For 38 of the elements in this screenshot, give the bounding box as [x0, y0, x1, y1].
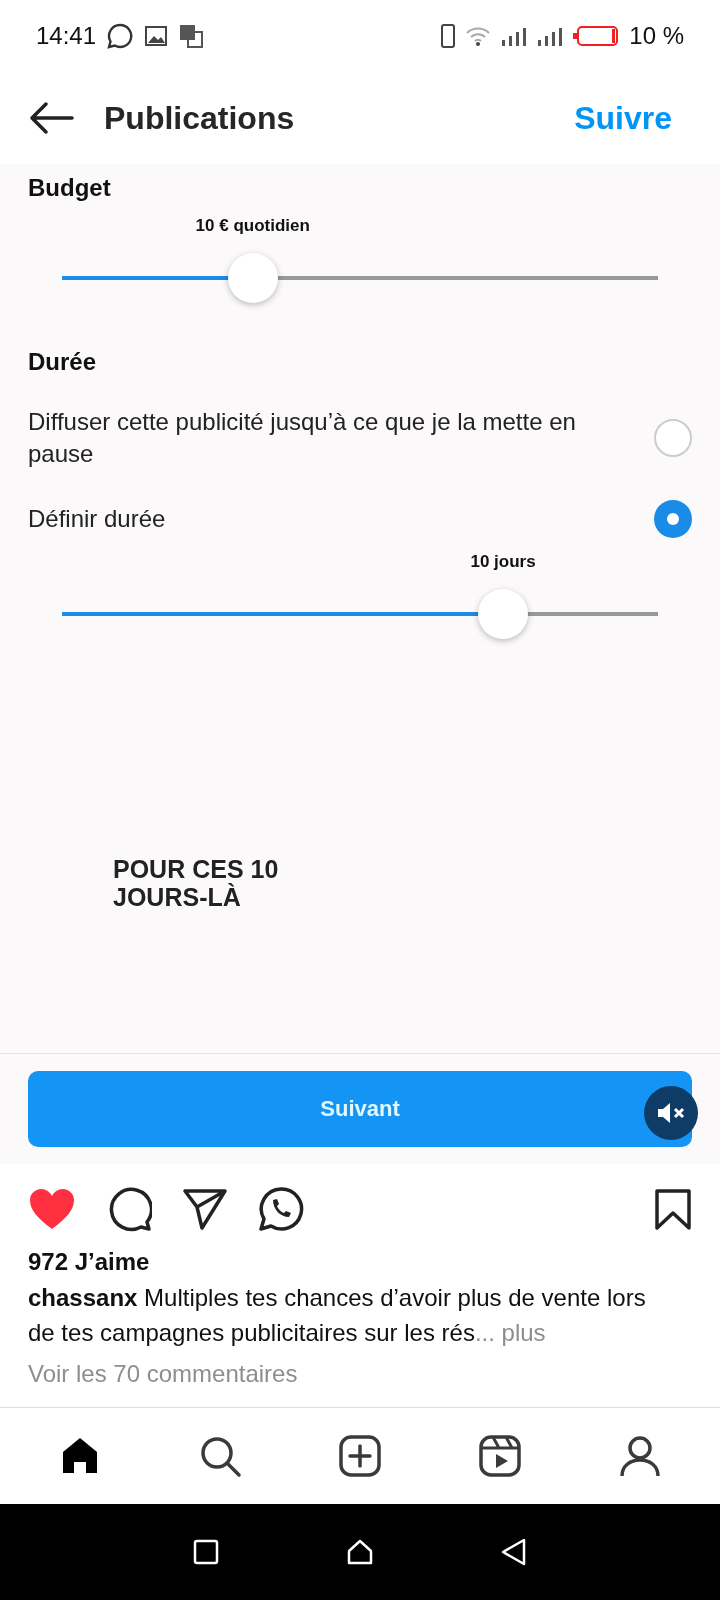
video-caption: POUR CES 10 JOURS-LÀ — [113, 855, 280, 911]
chat-app-icon — [106, 22, 135, 50]
send-icon[interactable] — [182, 1187, 228, 1231]
slider[interactable] — [62, 252, 658, 304]
radio-button[interactable] — [654, 419, 692, 457]
radio-button[interactable] — [654, 500, 692, 538]
likes-count[interactable]: 972 J’aime — [0, 1242, 720, 1276]
bookmark-icon[interactable] — [654, 1188, 692, 1230]
battery-percent: 10 % — [629, 22, 684, 50]
back-arrow-icon[interactable] — [28, 101, 74, 135]
signal-icon — [537, 26, 564, 46]
slider-thumb[interactable] — [478, 589, 529, 639]
section-heading: Budget — [28, 174, 112, 202]
signal-icon — [501, 26, 528, 46]
image-icon — [144, 24, 169, 48]
home-icon[interactable] — [345, 1537, 375, 1567]
option-label: Diffuser cette publicité jusqu’à ce que je la mette en pause — [28, 407, 577, 469]
view-comments-link[interactable]: Voir les 70 commentaires — [0, 1350, 720, 1388]
phone-icon — [441, 24, 456, 48]
option-label: Définir durée — [28, 504, 167, 534]
wifi-icon — [465, 25, 492, 47]
more-link[interactable]: ... plus — [474, 1319, 546, 1346]
next-button[interactable]: Suivant — [28, 1071, 692, 1147]
slider[interactable] — [62, 588, 658, 640]
chat-app-icon[interactable] — [258, 1186, 304, 1232]
recents-icon[interactable] — [192, 1538, 221, 1566]
slider-thumb[interactable] — [227, 253, 278, 303]
status-time: 14:41 — [36, 22, 97, 50]
follow-link[interactable]: Suivre — [574, 99, 692, 137]
slider-value: 10 € quotidien — [195, 216, 310, 236]
battery-icon — [573, 25, 620, 47]
back-icon[interactable] — [499, 1537, 528, 1567]
section-heading: Durée — [28, 348, 98, 376]
page-title: Publications — [104, 99, 296, 137]
post-caption: chassanx Multiples tes chances d’avoir plus de vente lors de tes campagnes publicitaires sur les rés... plus — [27, 1283, 647, 1348]
slider-value: 10 jours — [470, 552, 536, 572]
muted-speaker-icon — [656, 1101, 686, 1125]
heart-icon[interactable] — [28, 1187, 76, 1231]
